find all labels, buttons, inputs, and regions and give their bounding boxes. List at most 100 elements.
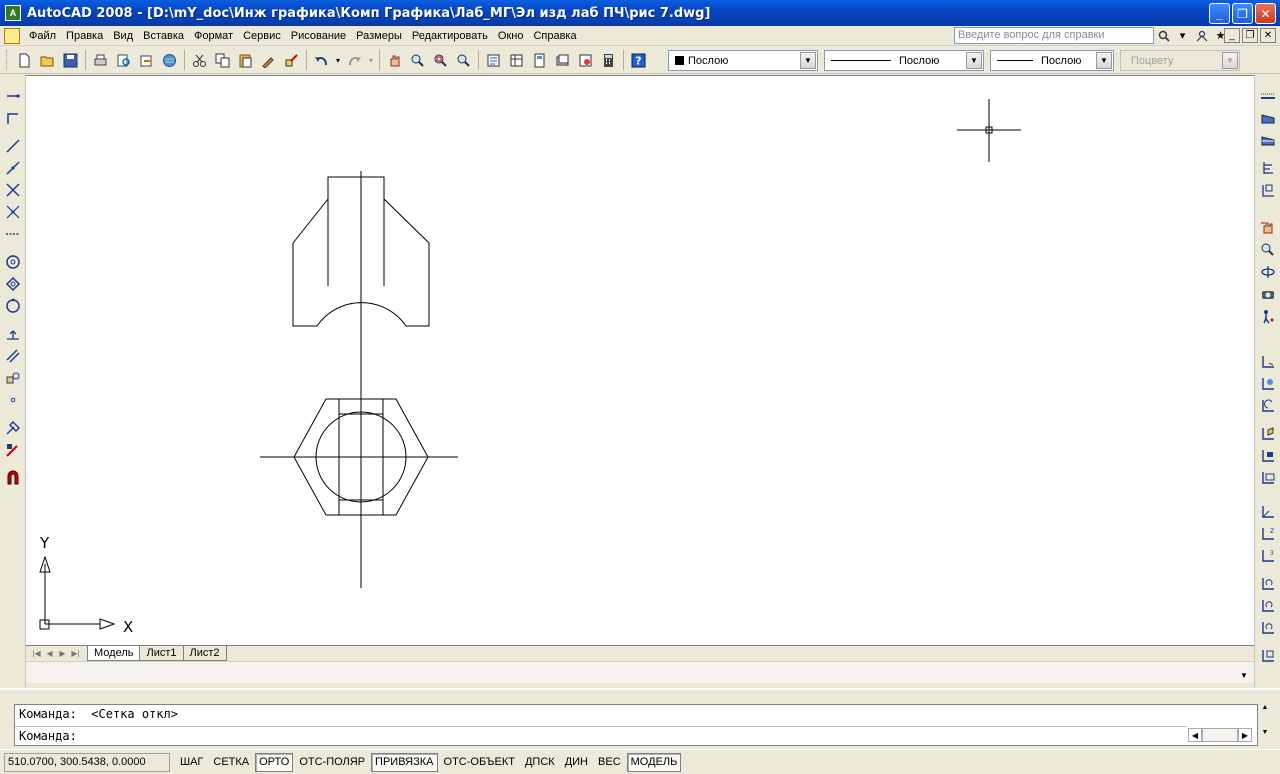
- ucs-world-tool[interactable]: [1258, 375, 1278, 393]
- zoom-previous-button[interactable]: [452, 49, 475, 71]
- status-toggle-1[interactable]: СЕТКА: [209, 753, 253, 772]
- pan-tool[interactable]: [1258, 219, 1278, 237]
- cut-button[interactable]: [188, 49, 211, 71]
- status-toggle-3[interactable]: ОТС-ПОЛЯР: [295, 753, 369, 772]
- menu-item-6[interactable]: Рисование: [286, 26, 351, 46]
- dimension-arc-tool[interactable]: [1258, 131, 1278, 149]
- ucs-z-rotate-tool[interactable]: [1258, 619, 1278, 637]
- scroll-right-icon[interactable]: ▶: [1238, 728, 1252, 742]
- camera-tool[interactable]: [1258, 285, 1278, 303]
- status-toggle-9[interactable]: МОДЕЛЬ: [626, 752, 682, 772]
- walk-tool[interactable]: [1258, 307, 1278, 325]
- status-toggle-8[interactable]: ВЕС: [594, 753, 625, 772]
- block-editor-button[interactable]: [280, 49, 303, 71]
- scroll-up-icon[interactable]: ▲: [1258, 704, 1272, 711]
- restore-button[interactable]: ❐: [1232, 3, 1253, 24]
- title-bar[interactable]: A AutoCAD 2008 - [D:\mY_doc\Инж графика\…: [0, 0, 1280, 26]
- quickcalc-button[interactable]: [597, 49, 620, 71]
- drawing-canvas[interactable]: Y X: [26, 75, 1254, 645]
- region-tool[interactable]: [3, 469, 23, 487]
- copy-button[interactable]: [211, 49, 234, 71]
- point-tool[interactable]: [3, 391, 23, 409]
- menu-item-4[interactable]: Формат: [189, 26, 238, 46]
- menu-item-0[interactable]: Файл: [24, 26, 61, 46]
- help-button[interactable]: ?: [627, 49, 650, 71]
- ucs-tool[interactable]: [1258, 353, 1278, 371]
- undo-button[interactable]: [310, 49, 333, 71]
- tab-0[interactable]: Модель: [87, 646, 141, 661]
- hatch-tool[interactable]: [3, 419, 23, 437]
- close-button[interactable]: ✕: [1255, 3, 1276, 24]
- construction-line-tool[interactable]: [3, 109, 23, 127]
- menu-item-10[interactable]: Справка: [528, 26, 581, 46]
- linetype-combo[interactable]: Послою ▼: [824, 50, 984, 71]
- chevron-down-icon[interactable]: ▼: [1096, 52, 1112, 69]
- chevron-down-icon[interactable]: ▼: [1222, 52, 1238, 69]
- zoom-tool[interactable]: [1258, 241, 1278, 259]
- open-file-button[interactable]: [36, 49, 59, 71]
- status-toggle-5[interactable]: ОТС-ОБЪЕКТ: [440, 753, 519, 772]
- ucs-object-tool[interactable]: [1258, 447, 1278, 465]
- ellipse-arc-tool[interactable]: [3, 347, 23, 365]
- arc-tool[interactable]: [3, 203, 23, 221]
- status-toggle-4[interactable]: ПРИВЯЗКА: [371, 752, 438, 772]
- scroll-left-icon[interactable]: ◀: [1188, 728, 1202, 742]
- tool-palettes-button[interactable]: [528, 49, 551, 71]
- menu-item-5[interactable]: Сервис: [238, 26, 286, 46]
- tab-2[interactable]: Лист2: [182, 646, 227, 661]
- coordinate-readout[interactable]: 510.0700, 300.5438, 0.0000: [4, 752, 170, 772]
- command-hscroll[interactable]: ◀ ▶: [1188, 728, 1254, 744]
- menu-item-7[interactable]: Размеры: [351, 26, 407, 46]
- polygon-tool[interactable]: [3, 159, 23, 177]
- tab-1[interactable]: Лист1: [139, 646, 184, 661]
- ucs-y-rotate-tool[interactable]: [1258, 597, 1278, 615]
- ucs-view-tool[interactable]: [1258, 469, 1278, 487]
- chevron-down-icon[interactable]: ▼: [800, 52, 816, 69]
- tab-last-icon[interactable]: ▶|: [69, 647, 82, 660]
- markup-set-manager-button[interactable]: [574, 49, 597, 71]
- command-prompt-line[interactable]: Команда:: [19, 729, 77, 743]
- chevron-down-icon[interactable]: ▼: [966, 52, 982, 69]
- match-properties-button[interactable]: [257, 49, 280, 71]
- doc-close-button[interactable]: ✕: [1260, 28, 1276, 43]
- ucs-zaxis-tool[interactable]: Z: [1258, 525, 1278, 543]
- menu-item-2[interactable]: Вид: [108, 26, 138, 46]
- plot-button[interactable]: [89, 49, 112, 71]
- zoom-window-button[interactable]: [429, 49, 452, 71]
- sheet-set-manager-button[interactable]: [551, 49, 574, 71]
- spline-tool[interactable]: [3, 297, 23, 315]
- menu-item-8[interactable]: Редактировать: [407, 26, 493, 46]
- help-search-input[interactable]: Введите вопрос для справки: [954, 27, 1154, 44]
- scroll-thumb[interactable]: [1202, 728, 1238, 742]
- ucs-apply-tool[interactable]: [1258, 647, 1278, 665]
- publish-button[interactable]: [135, 49, 158, 71]
- ucs-x-rotate-tool[interactable]: [1258, 575, 1278, 593]
- ucs-origin-tool[interactable]: [1258, 503, 1278, 521]
- doc-minimize-button[interactable]: _: [1224, 28, 1240, 43]
- orbit-tool[interactable]: [1258, 263, 1278, 281]
- pan-realtime-button[interactable]: [383, 49, 406, 71]
- minimize-button[interactable]: _: [1209, 3, 1230, 24]
- ellipse-tool[interactable]: [3, 325, 23, 343]
- rectangle-tool[interactable]: [3, 181, 23, 199]
- menu-item-1[interactable]: Правка: [61, 26, 108, 46]
- properties-button[interactable]: [482, 49, 505, 71]
- line-tool[interactable]: [3, 87, 23, 105]
- gradient-tool[interactable]: [3, 441, 23, 459]
- menu-item-3[interactable]: Вставка: [138, 26, 189, 46]
- doc-restore-button[interactable]: ❐: [1242, 28, 1258, 43]
- polyline-tool[interactable]: [3, 137, 23, 155]
- lineweight-combo[interactable]: Послою ▼: [990, 50, 1114, 71]
- paste-button[interactable]: [234, 49, 257, 71]
- dimension-linear-tool[interactable]: [1258, 87, 1278, 105]
- plot-preview-button[interactable]: [112, 49, 135, 71]
- redo-button[interactable]: [343, 49, 366, 71]
- status-toggle-6[interactable]: ДПСК: [521, 753, 559, 772]
- revision-cloud-tool[interactable]: [3, 275, 23, 293]
- design-center-button[interactable]: [505, 49, 528, 71]
- plotstyle-combo[interactable]: Поцвету ▼: [1120, 50, 1240, 71]
- toolbar-grip[interactable]: [6, 50, 9, 70]
- zoom-realtime-button[interactable]: [406, 49, 429, 71]
- status-toggle-2[interactable]: ОРТО: [255, 752, 294, 772]
- ucs-3point-tool[interactable]: 3: [1258, 547, 1278, 565]
